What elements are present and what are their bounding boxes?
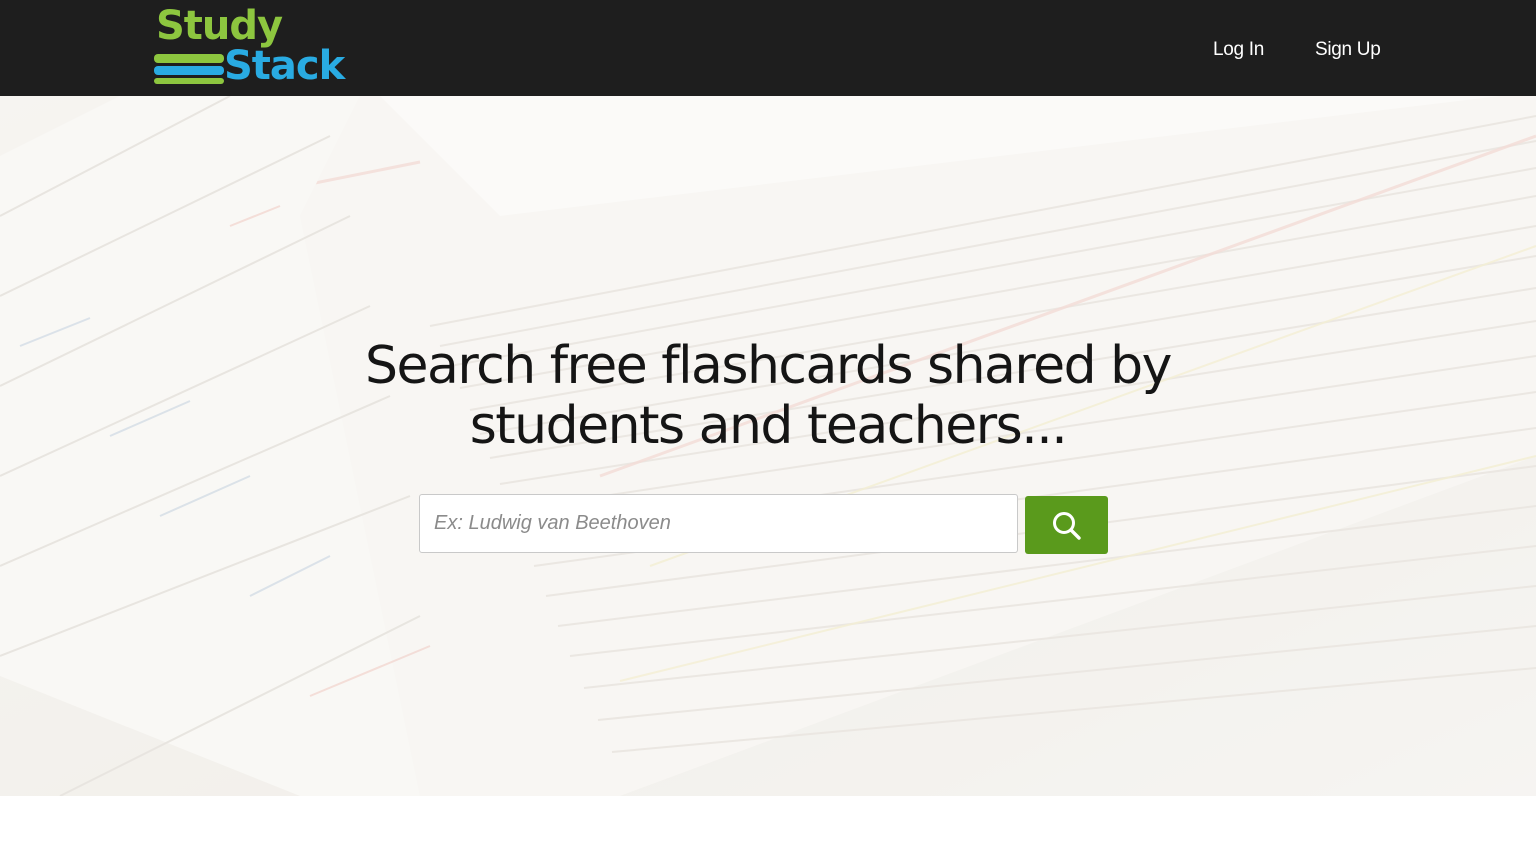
- search-icon: [1053, 512, 1081, 540]
- search-button[interactable]: [1025, 496, 1108, 554]
- top-navigation-bar: Study Stack Log In Sign Up: [0, 0, 1536, 96]
- login-link[interactable]: Log In: [1213, 38, 1264, 62]
- search-input[interactable]: [420, 495, 1017, 552]
- signup-link[interactable]: Sign Up: [1315, 38, 1381, 62]
- search-field-container: [419, 494, 1018, 553]
- logo-word-stack: Stack: [224, 43, 345, 89]
- page-body-area: [0, 796, 1536, 864]
- headline-line-1: Search free flashcards shared by: [365, 336, 1172, 396]
- headline-line-2: students and teachers...: [469, 396, 1068, 456]
- hero-headline: Search free flashcards shared by student…: [268, 336, 1268, 456]
- studystack-logo[interactable]: Study Stack: [154, 3, 350, 89]
- logo-word-study: Study: [156, 3, 283, 49]
- hero-section: Search free flashcards shared by student…: [0, 96, 1536, 796]
